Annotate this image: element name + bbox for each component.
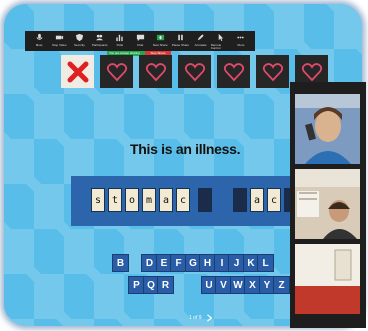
- word-slot-letter: c: [267, 188, 281, 212]
- toolbar-button-mute[interactable]: Mute: [29, 31, 49, 47]
- life-heart-tile: [217, 55, 250, 88]
- microphone-icon: [36, 33, 43, 40]
- word-slot-letter: a: [159, 188, 173, 212]
- toolbar-button-security[interactable]: Security: [69, 31, 89, 47]
- toolbar-button-label: Pause Share: [171, 43, 190, 47]
- clue-text: This is an illness.: [130, 141, 241, 157]
- heart-icon: [223, 62, 244, 81]
- annotate-icon: [197, 34, 204, 41]
- pause-icon: [178, 34, 183, 41]
- next-arrow-icon[interactable]: [205, 314, 213, 322]
- life-heart-tile: [100, 55, 133, 88]
- shield-icon: [75, 33, 84, 42]
- toolbar-button-label: Participants: [91, 43, 108, 47]
- polls-icon: [116, 34, 123, 42]
- heart-icon: [262, 62, 283, 81]
- word-slot-letter: o: [125, 188, 139, 212]
- boy-on-phone-image: [295, 94, 360, 164]
- miss-tile: [61, 55, 94, 88]
- toolbar-button-annotate[interactable]: Annotate: [191, 31, 211, 47]
- toolbar-button-label: Stop Video: [51, 43, 67, 47]
- toolbar-button-label: More: [237, 43, 245, 47]
- heart-icon: [301, 62, 322, 81]
- more-icon: [237, 36, 245, 39]
- meeting-toolbar: Mute Stop Video Security Participants Polls C…: [25, 31, 255, 51]
- share-screen-icon: [156, 34, 164, 41]
- word-slot-letter: t: [108, 188, 122, 212]
- video-camera-icon: [55, 35, 63, 40]
- letter-key-b[interactable]: B: [112, 254, 129, 272]
- heart-icon: [106, 62, 127, 81]
- word-slot-letter: m: [142, 188, 156, 212]
- toolbar-button-participants[interactable]: Participants: [90, 31, 110, 47]
- toolbar-button-new-share[interactable]: New Share: [150, 31, 170, 47]
- life-heart-tile: [256, 55, 289, 88]
- toolbar-button-remote-control[interactable]: Remote Control: [211, 31, 231, 50]
- page-nav[interactable]: 1 of 9: [189, 314, 213, 322]
- heart-icon: [145, 62, 166, 81]
- room-wall-image: [295, 244, 360, 314]
- letter-key-r[interactable]: R: [157, 276, 174, 294]
- toolbar-button-label: Remote Control: [210, 43, 222, 50]
- participants-icon: [96, 34, 104, 41]
- letter-key-l[interactable]: L: [257, 254, 274, 272]
- word-slot-letter: s: [91, 188, 105, 212]
- chat-icon: [136, 34, 144, 42]
- toolbar-button-label: Security: [74, 43, 85, 47]
- word-slot-letter: c: [176, 188, 190, 212]
- life-heart-tile: [178, 55, 211, 88]
- participant-video-3[interactable]: [295, 244, 360, 314]
- word-slot-letter: a: [250, 188, 264, 212]
- toolbar-button-label: Mute: [35, 43, 43, 47]
- page-indicator: 1 of 9: [189, 315, 202, 321]
- toolbar-button-polls[interactable]: Polls: [110, 31, 130, 47]
- word-slot-hidden: [233, 188, 247, 212]
- life-heart-tile: [139, 55, 172, 88]
- toolbar-button-label: Chat: [136, 43, 144, 47]
- heart-icon: [184, 62, 205, 81]
- participant-video-2[interactable]: [295, 169, 360, 239]
- remote-control-icon: [218, 33, 224, 42]
- toolbar-button-label: Annotate: [194, 43, 207, 47]
- toolbar-button-pause-share[interactable]: Pause Share: [170, 31, 190, 47]
- toolbar-button-label: New Share: [152, 43, 168, 47]
- toolbar-button-chat[interactable]: Chat: [130, 31, 150, 47]
- child-in-room-image: [295, 169, 360, 239]
- participant-video-1[interactable]: [295, 94, 360, 164]
- participant-video-panel: [290, 82, 366, 328]
- word-slot-hidden: [198, 188, 212, 212]
- letter-key-z[interactable]: Z: [273, 276, 290, 294]
- toolbar-button-label: Polls: [116, 43, 124, 47]
- x-mark-icon: [67, 61, 88, 82]
- toolbar-button-more[interactable]: More: [231, 31, 251, 47]
- word-board: stomacac: [71, 176, 308, 226]
- toolbar-button-stop-video[interactable]: Stop Video: [49, 31, 69, 47]
